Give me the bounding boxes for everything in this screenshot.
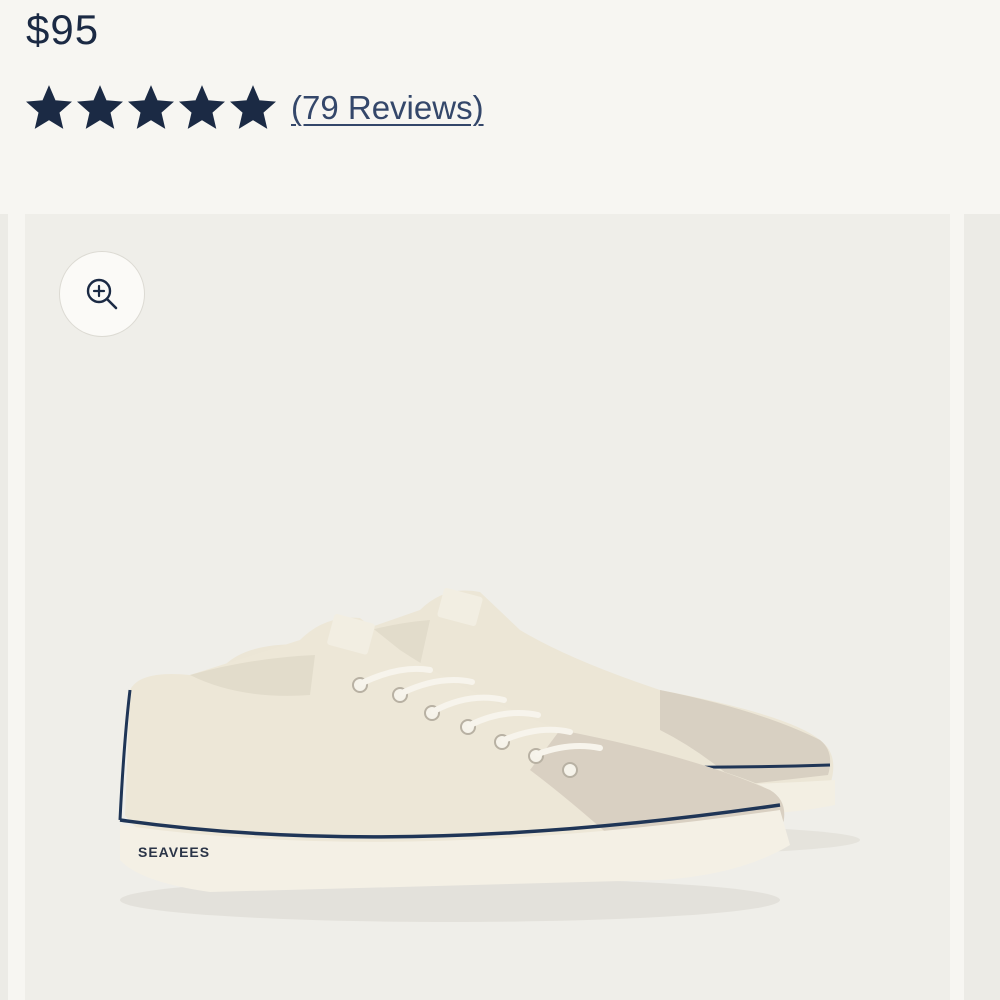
gallery-prev-slide-edge[interactable] (0, 214, 8, 1000)
star-icon (230, 85, 276, 129)
reviews-link[interactable]: (79 Reviews) (291, 89, 484, 127)
star-icon (128, 85, 174, 129)
gallery-next-slide-edge[interactable] (964, 214, 1000, 1000)
brand-logo: SEAVEES (138, 844, 210, 860)
product-page: $95 (79 Reviews) SEAVEES (0, 0, 1000, 1000)
star-rating (24, 83, 279, 133)
zoom-button[interactable] (59, 251, 145, 337)
star-icon (26, 85, 72, 129)
product-rating: (79 Reviews) (24, 78, 484, 138)
product-image[interactable]: SEAVEES (100, 570, 880, 930)
zoom-in-icon (86, 278, 118, 310)
product-price: $95 (26, 6, 100, 53)
star-icon (77, 85, 123, 129)
star-icon (179, 85, 225, 129)
